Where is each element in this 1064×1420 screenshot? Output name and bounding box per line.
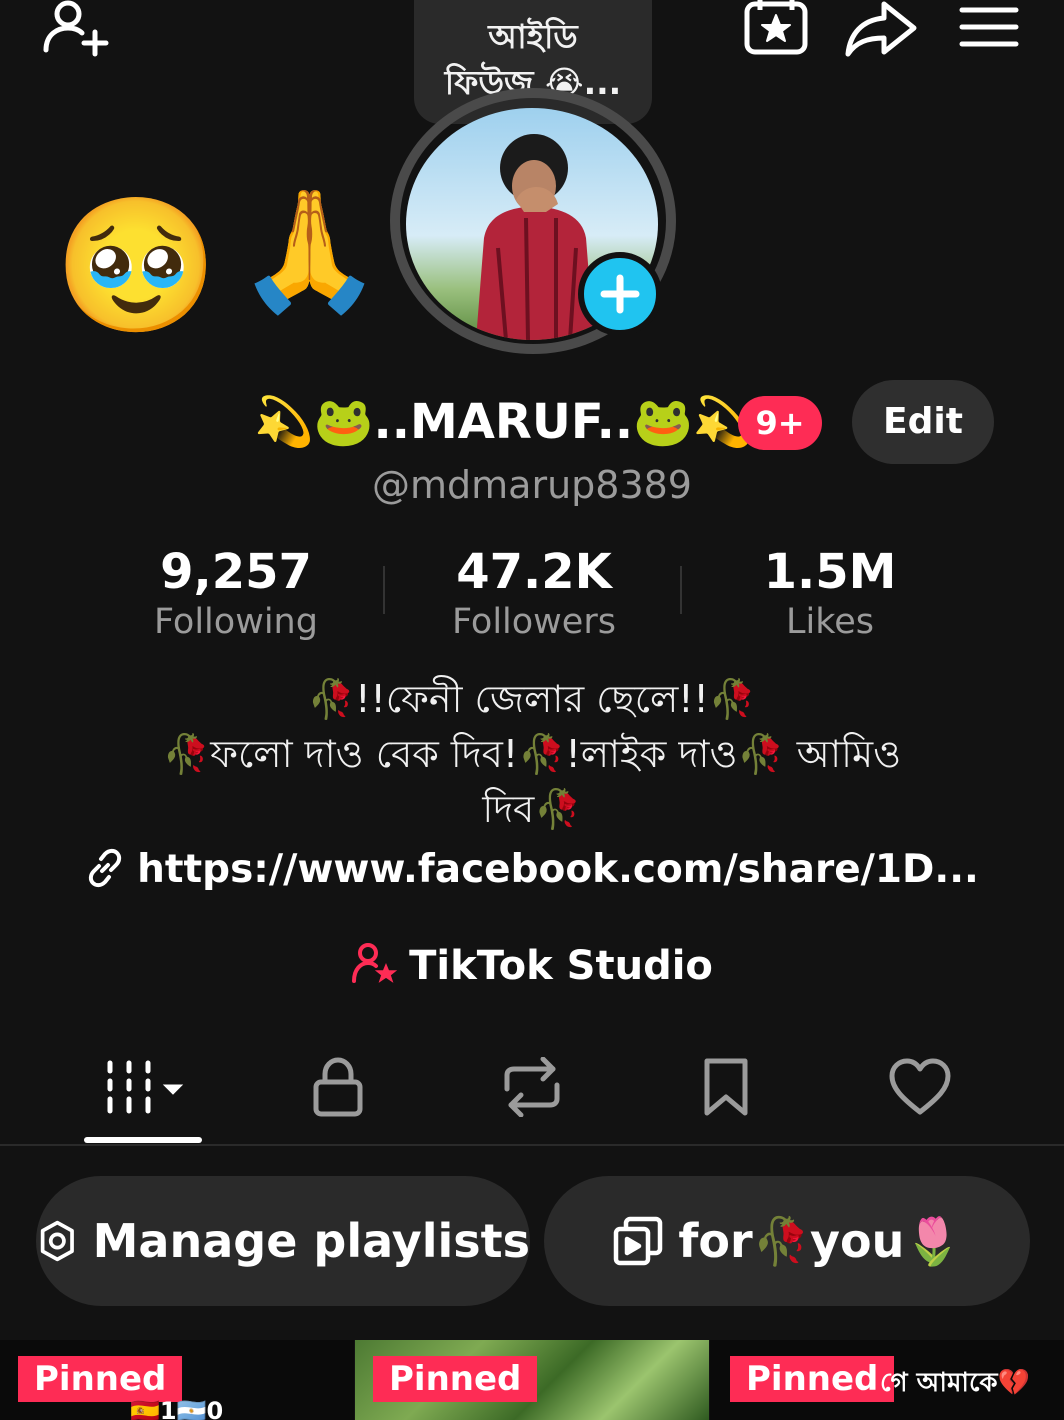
playlist-foryou-button[interactable]: for🥀you🌷: [544, 1176, 1030, 1306]
grid-bars-icon: [107, 1060, 184, 1114]
menu-icon[interactable]: [958, 4, 1020, 50]
following-count: 9,257: [160, 544, 312, 600]
active-tab-indicator: [84, 1137, 202, 1143]
video-thumbnail[interactable]: Pinned: [355, 1340, 709, 1420]
video-thumbnail[interactable]: Pinned গে আমাকে💔: [710, 1340, 1064, 1420]
notification-badge[interactable]: 9+: [738, 396, 822, 450]
playlist-foryou-label: for🥀you🌷: [678, 1213, 962, 1268]
tab-liked[interactable]: [860, 1052, 980, 1122]
folded-hands-emoji: 🙏: [236, 181, 383, 319]
tab-private[interactable]: [278, 1052, 398, 1122]
lock-icon: [313, 1057, 363, 1117]
bio-link-text[interactable]: https://www.facebook.com/share/1D...: [137, 847, 979, 892]
tiktok-studio-label: TikTok Studio: [409, 943, 713, 989]
creator-star-icon: [352, 943, 398, 983]
tab-divider: [0, 1144, 1064, 1146]
favorites-calendar-icon[interactable]: [742, 0, 810, 58]
likes-count: 1.5M: [763, 544, 897, 600]
followers-label: Followers: [452, 602, 616, 642]
username: @mdmarup8389: [372, 463, 692, 507]
edit-profile-button[interactable]: Edit: [852, 380, 994, 464]
bookmark-icon: [704, 1058, 748, 1116]
manage-playlists-label: Manage playlists: [92, 1214, 530, 1268]
add-story-button[interactable]: [578, 252, 662, 336]
bio-link[interactable]: https://www.facebook.com/share/1D...: [0, 840, 1064, 900]
video-thumbnail[interactable]: Pinned 🇪🇸1🇦🇷0: [0, 1340, 354, 1420]
link-icon: [88, 848, 122, 888]
display-name: 💫🐸..MARUF..🐸💫: [254, 394, 753, 450]
likes-stat[interactable]: 1.5M Likes: [680, 544, 980, 644]
video-caption: গে আমাকে💔: [880, 1368, 1030, 1398]
video-caption: 🇪🇸1🇦🇷0: [130, 1397, 224, 1420]
bio-line-1: 🥀!!ফেনী জেলার ছেলে!!🥀: [307, 677, 757, 721]
bio: 🥀!!ফেনী জেলার ছেলে!!🥀 🥀ফলো দাও বেক দিব!🥀…: [100, 672, 964, 837]
note-line-1: আইডি: [488, 17, 578, 56]
heart-icon: [889, 1058, 951, 1115]
share-arrow-icon[interactable]: [844, 0, 918, 58]
playlist-icon: [614, 1216, 663, 1266]
following-stat[interactable]: 9,257 Following: [86, 544, 386, 644]
bio-line-3: দিব🥀: [482, 787, 582, 831]
pinned-badge: Pinned: [730, 1356, 895, 1402]
tab-reposts[interactable]: [472, 1052, 592, 1122]
pleading-face-emoji: 🥹: [54, 189, 219, 343]
tab-saved[interactable]: [666, 1052, 786, 1122]
pinned-badge: Pinned: [373, 1356, 538, 1402]
followers-stat[interactable]: 47.2K Followers: [384, 544, 684, 644]
plus-icon: [600, 274, 640, 314]
gear-icon: [40, 1220, 74, 1262]
tab-videos[interactable]: [84, 1052, 204, 1122]
bio-line-2: 🥀ফলো দাও বেক দিব!🥀!লাইক দাও🥀 আমিও: [162, 732, 902, 776]
tiktok-studio-link[interactable]: TikTok Studio: [0, 936, 1064, 996]
likes-label: Likes: [785, 602, 874, 642]
manage-playlists-button[interactable]: Manage playlists: [36, 1176, 530, 1306]
following-label: Following: [154, 602, 318, 642]
repost-icon: [504, 1057, 560, 1117]
followers-count: 47.2K: [456, 544, 612, 600]
add-friend-icon[interactable]: [38, 0, 114, 60]
